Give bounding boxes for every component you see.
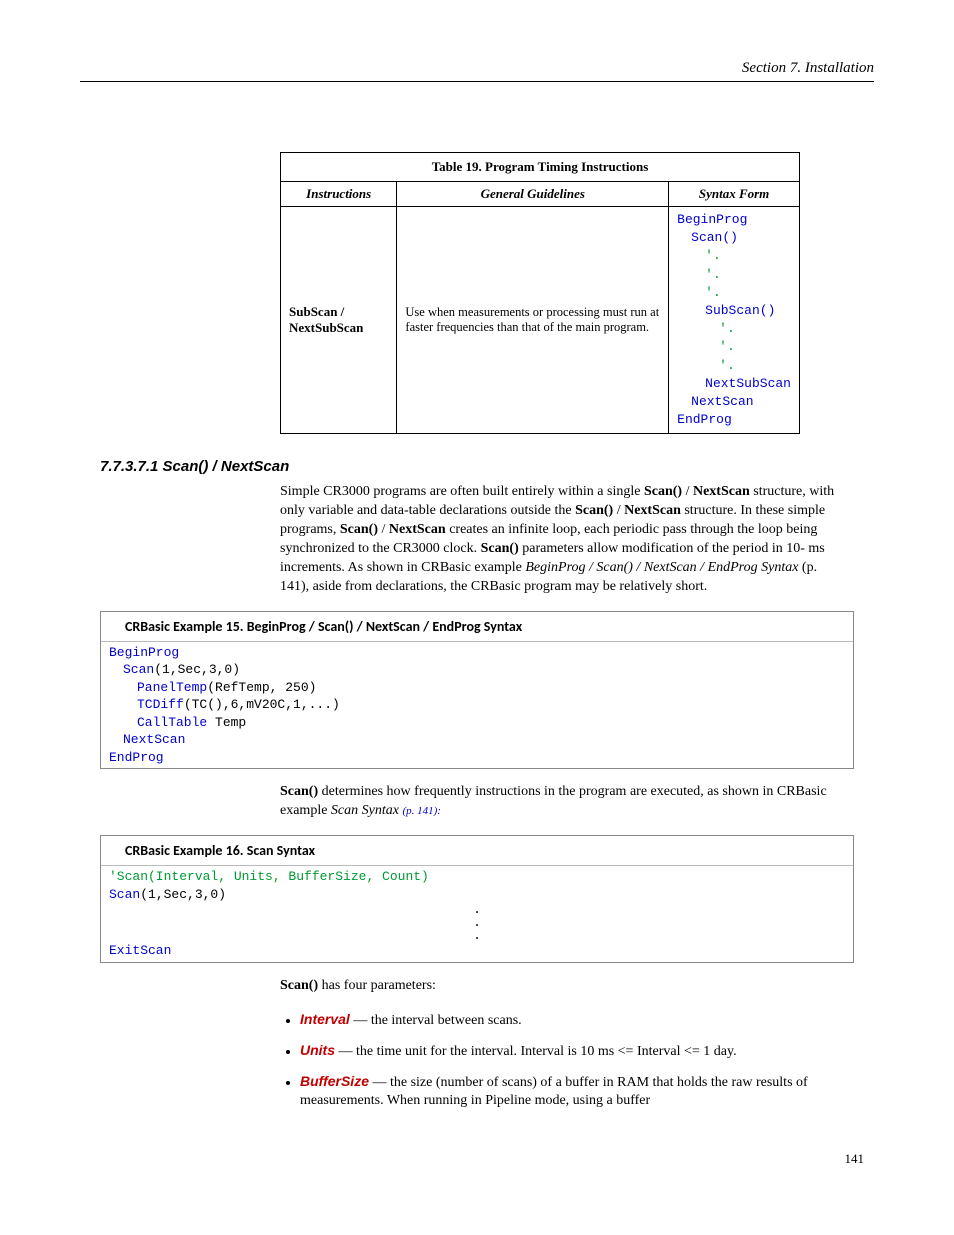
- param-name: Units: [300, 1042, 335, 1058]
- code-kw: EndProg: [109, 750, 164, 765]
- code-kw: SubScan(): [705, 303, 775, 318]
- paragraph-1: Simple CR3000 programs are often built e…: [280, 483, 840, 596]
- th-guidelines: General Guidelines: [397, 182, 669, 207]
- example-title: CRBasic Example 16. Scan Syntax: [101, 836, 853, 866]
- paragraph-2: Scan() determines how frequently instruc…: [280, 783, 840, 821]
- list-item: Units — the time unit for the interval. …: [300, 1041, 860, 1062]
- code-kw: BeginProg: [677, 212, 747, 227]
- paragraph-3: Scan() has four parameters:: [280, 977, 840, 996]
- code-text: (RefTemp, 250): [207, 680, 316, 695]
- code-kw: TCDiff: [137, 697, 184, 712]
- param-desc: — the interval between scans.: [350, 1013, 522, 1028]
- section-heading: 7.7.3.7.1 Scan() / NextScan: [100, 458, 874, 475]
- timing-instructions-table: Table 19. Program Timing Instructions In…: [280, 152, 800, 434]
- row-syntax: BeginProg Scan() '. '. '. SubScan() '. '…: [669, 207, 800, 434]
- param-name: Interval: [300, 1011, 350, 1027]
- row-guideline: Use when measurements or processing must…: [397, 207, 669, 434]
- code-kw: BeginProg: [109, 645, 179, 660]
- code-comment: '.: [719, 358, 735, 373]
- code-kw: PanelTemp: [137, 680, 207, 695]
- parameter-list: Interval — the interval between scans. U…: [280, 1010, 860, 1112]
- code-kw: Scan(): [691, 230, 738, 245]
- list-item: Interval — the interval between scans.: [300, 1010, 860, 1031]
- code-kw: EndProg: [677, 412, 732, 427]
- table-caption: Table 19. Program Timing Instructions: [281, 153, 800, 182]
- code-text: Temp: [207, 715, 246, 730]
- code-comment: '.: [705, 248, 721, 263]
- code-text: (1,Sec,3,0): [154, 662, 240, 677]
- code-text: (TC(),6,mV20C,1,...): [184, 697, 340, 712]
- page-header: Section 7. Installation: [80, 60, 874, 82]
- code-kw: ExitScan: [109, 943, 171, 958]
- code-kw: NextScan: [691, 394, 753, 409]
- example-title: CRBasic Example 15. BeginProg / Scan() /…: [101, 612, 853, 642]
- code-kw: Scan: [123, 662, 154, 677]
- page-ref-link[interactable]: (p. 141):: [402, 805, 441, 817]
- page-number: 141: [80, 1151, 874, 1167]
- code-text: (1,Sec,3,0): [140, 887, 226, 902]
- code-kw: NextScan: [123, 732, 185, 747]
- th-syntax: Syntax Form: [669, 182, 800, 207]
- code-kw: Scan: [109, 887, 140, 902]
- code-kw: NextSubScan: [705, 376, 791, 391]
- param-name: BufferSize: [300, 1073, 369, 1089]
- code-comment: '.: [705, 267, 721, 282]
- param-desc: — the size (number of scans) of a buffer…: [300, 1075, 808, 1109]
- code-comment: '.: [705, 285, 721, 300]
- code-comment: 'Scan(Interval, Units, BufferSize, Count…: [109, 869, 429, 884]
- code-kw: CallTable: [137, 715, 207, 730]
- crbasic-example-15: CRBasic Example 15. BeginProg / Scan() /…: [100, 611, 854, 770]
- list-item: BufferSize — the size (number of scans) …: [300, 1072, 860, 1112]
- code-comment: '.: [719, 339, 735, 354]
- th-instructions: Instructions: [281, 182, 397, 207]
- param-desc: — the time unit for the interval. Interv…: [335, 1044, 737, 1059]
- crbasic-example-16: CRBasic Example 16. Scan Syntax 'Scan(In…: [100, 835, 854, 963]
- row-instruction-label: SubScan / NextSubScan: [281, 207, 397, 434]
- code-comment: '.: [719, 321, 735, 336]
- code-dot: .: [109, 929, 845, 942]
